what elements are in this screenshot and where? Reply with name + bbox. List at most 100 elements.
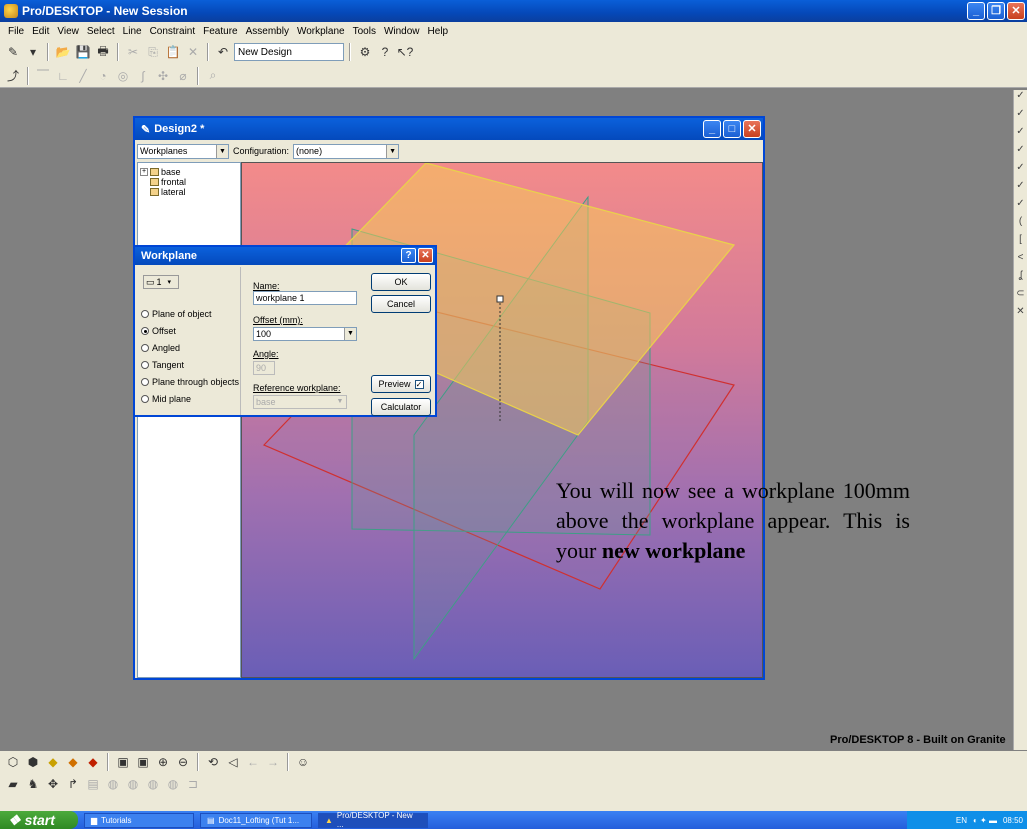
language-indicator[interactable]: EN [956, 816, 967, 825]
revolve-icon[interactable]: ♞ [24, 775, 42, 793]
line-icon[interactable]: ⎺ [34, 67, 52, 85]
angle-icon[interactable]: ◁ [224, 753, 242, 771]
feature-icon[interactable]: ⊐ [184, 775, 202, 793]
print-icon[interactable]: 🖶 [94, 43, 112, 61]
feature-icon[interactable]: ▤ [84, 775, 102, 793]
configuration-combo[interactable]: (none) ▼ [293, 143, 400, 159]
menu-select[interactable]: Select [83, 26, 119, 37]
check-icon[interactable]: ✓ [1014, 198, 1027, 216]
menu-line[interactable]: Line [119, 26, 146, 37]
menu-window[interactable]: Window [380, 26, 424, 37]
yellow-view-icon[interactable]: ◆ [44, 753, 62, 771]
check-icon[interactable]: ✓ [1014, 90, 1027, 108]
reference-field[interactable]: base ▼ [253, 395, 347, 409]
bracket-tool-icon[interactable]: [ [1014, 234, 1027, 252]
radio-offset[interactable]: Offset [141, 326, 176, 336]
dimension-icon[interactable]: ⌀ [174, 67, 192, 85]
red-view-icon[interactable]: ◆ [84, 753, 102, 771]
expand-icon[interactable]: + [140, 168, 148, 176]
check-icon[interactable]: ✓ [1014, 180, 1027, 198]
cross-tool-icon[interactable]: ✕ [1014, 306, 1027, 324]
tray-icons[interactable]: ◐ ✦ ▬ [973, 816, 997, 825]
taskbar-item-prodesktop[interactable]: ▲ Pro/DESKTOP - New ... [318, 811, 428, 829]
menu-workplane[interactable]: Workplane [293, 26, 349, 37]
check-icon[interactable]: ✓ [1014, 108, 1027, 126]
diagonal-line-icon[interactable]: ╱ [74, 67, 92, 85]
radio-indicator[interactable] [141, 378, 149, 386]
feature-icon[interactable]: ◍ [144, 775, 162, 793]
orange-view-icon[interactable]: ◆ [64, 753, 82, 771]
calculator-button[interactable]: Calculator [371, 398, 431, 416]
feature-icon[interactable]: ◍ [124, 775, 142, 793]
menu-view[interactable]: View [53, 26, 83, 37]
chevron-down-icon[interactable]: ▾ [168, 278, 172, 286]
taskbar-item-document[interactable]: ▤ Doc11_Lofting (Tut 1... [200, 812, 312, 828]
menu-help[interactable]: Help [424, 26, 453, 37]
help-icon[interactable]: ? [376, 43, 394, 61]
zoom-box-icon[interactable]: ▣ [114, 753, 132, 771]
check-icon[interactable]: ✓ [1014, 144, 1027, 162]
preview-checkbox[interactable]: ✓ [414, 379, 424, 389]
menu-file[interactable]: File [4, 26, 28, 37]
browser-combo[interactable]: Workplanes ▼ [137, 143, 229, 159]
close-icon[interactable]: ✕ [418, 248, 433, 263]
paste-icon[interactable]: 📋 [164, 43, 182, 61]
menu-edit[interactable]: Edit [28, 26, 53, 37]
feature-icon[interactable]: ◍ [104, 775, 122, 793]
chevron-down-icon[interactable]: ▼ [334, 396, 346, 408]
help-icon[interactable]: ? [401, 248, 416, 263]
offset-field[interactable]: 100 ▼ [253, 327, 357, 341]
workplane-selector[interactable]: ▭ 1 ▾ [143, 275, 179, 289]
start-button[interactable]: ❖ start [0, 811, 78, 829]
tool-icon[interactable]: ⚙ [356, 43, 374, 61]
tree-item-lateral[interactable]: lateral [140, 187, 238, 197]
loft-icon[interactable]: ↱ [64, 775, 82, 793]
preview-button[interactable]: Preview ✓ [371, 375, 431, 393]
design-selector-combo[interactable]: New Design [234, 43, 344, 61]
maximize-icon[interactable]: ❐ [987, 2, 1005, 20]
tree-item-frontal[interactable]: frontal [140, 177, 238, 187]
arc-icon[interactable]: ◔ [94, 67, 112, 85]
shaded-icon[interactable]: ⬢ [24, 753, 42, 771]
menu-constraint[interactable]: Constraint [146, 26, 200, 37]
extrude-icon[interactable]: ▰ [4, 775, 22, 793]
rectangle-icon[interactable]: ∟ [54, 67, 72, 85]
chevron-down-icon[interactable]: ▼ [216, 144, 228, 158]
radio-indicator[interactable] [141, 395, 149, 403]
menu-feature[interactable]: Feature [199, 26, 241, 37]
select-icon[interactable]: ⤴ [4, 67, 22, 85]
3d-viewport[interactable] [241, 162, 763, 678]
back-arrow-icon[interactable]: ← [244, 753, 262, 771]
zoom-in-icon[interactable]: ⊕ [154, 753, 172, 771]
sweep-icon[interactable]: ✥ [44, 775, 62, 793]
ok-button[interactable]: OK [371, 273, 431, 291]
save-icon[interactable]: 💾 [74, 43, 92, 61]
name-field[interactable]: workplane 1 [253, 291, 357, 305]
zoom-fit-icon[interactable]: ▣ [134, 753, 152, 771]
new-design-icon[interactable]: ✎ [4, 43, 22, 61]
forward-arrow-icon[interactable]: → [264, 753, 282, 771]
context-help-icon[interactable]: ↖? [396, 43, 414, 61]
cut-icon[interactable]: ✂ [124, 43, 142, 61]
radio-tangent[interactable]: Tangent [141, 360, 184, 370]
check-icon[interactable]: ✓ [1014, 126, 1027, 144]
radio-indicator[interactable] [141, 310, 149, 318]
dropdown-icon[interactable]: ▾ [24, 43, 42, 61]
check-icon[interactable]: ✓ [1014, 162, 1027, 180]
radio-plane-of-object[interactable]: Plane of object [141, 309, 212, 319]
cancel-button[interactable]: Cancel [371, 295, 431, 313]
radio-angled[interactable]: Angled [141, 343, 180, 353]
menu-assembly[interactable]: Assembly [242, 26, 293, 37]
radio-mid-plane[interactable]: Mid plane [141, 394, 191, 404]
undo-icon[interactable]: ↶ [214, 43, 232, 61]
menu-tools[interactable]: Tools [349, 26, 380, 37]
arc-tool-icon[interactable]: ( [1014, 216, 1027, 234]
trim-icon[interactable]: ⌕ [204, 67, 222, 85]
angle-field[interactable]: 90 [253, 361, 275, 375]
zoom-out-icon[interactable]: ⊖ [174, 753, 192, 771]
clock[interactable]: 08:50 [1003, 816, 1023, 825]
open-folder-icon[interactable]: 📂 [54, 43, 72, 61]
maximize-icon[interactable]: □ [723, 120, 741, 138]
radio-indicator[interactable] [141, 327, 149, 335]
wireframe-icon[interactable]: ⬡ [4, 753, 22, 771]
